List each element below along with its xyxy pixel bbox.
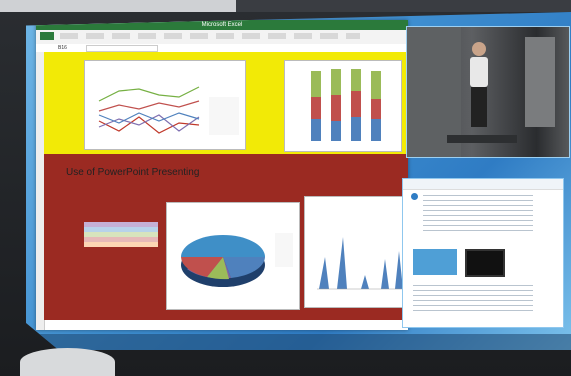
stacked-bar-card[interactable] xyxy=(284,60,402,152)
document-window[interactable] xyxy=(402,178,564,328)
spike-chart xyxy=(317,237,403,290)
person-torso xyxy=(470,57,488,87)
bar-red-4 xyxy=(371,99,381,119)
pie-slice-teal xyxy=(181,235,265,257)
bar-red-1 xyxy=(311,97,321,119)
pie-chart-card[interactable] xyxy=(166,202,300,310)
person-head xyxy=(472,42,486,56)
excel-window: Microsoft Excel B16 Use of PowerPoint Pr… xyxy=(36,20,408,330)
person-shadow xyxy=(447,135,517,143)
file-tab-button[interactable] xyxy=(40,32,54,40)
ribbon-tabs[interactable] xyxy=(60,33,360,39)
series-line-5 xyxy=(98,112,200,124)
pie-legend xyxy=(275,233,293,267)
series-line-1 xyxy=(98,86,200,102)
bar-green-3 xyxy=(351,69,361,91)
bar-blue-4 xyxy=(371,119,381,141)
bar-blue-2 xyxy=(331,121,341,141)
spike-chart-card[interactable] xyxy=(304,196,406,308)
line-chart-card[interactable] xyxy=(84,60,246,150)
monitor-top-edge xyxy=(0,0,571,12)
excel-ribbon[interactable] xyxy=(36,30,408,45)
pie-chart xyxy=(181,233,293,287)
line-chart xyxy=(98,86,239,135)
monitor-screen: Microsoft Excel B16 Use of PowerPoint Pr… xyxy=(26,12,571,350)
doc-image-blue xyxy=(413,249,457,275)
table-row xyxy=(84,242,158,247)
formula-input[interactable] xyxy=(86,45,158,52)
doc-text-lines xyxy=(423,195,533,235)
doc-text-lines-lower xyxy=(413,285,533,315)
circle-logo-icon xyxy=(411,193,418,200)
window-reflection xyxy=(525,37,555,127)
bar-green-4 xyxy=(371,71,381,99)
person-legs xyxy=(471,87,487,127)
bar-blue-3 xyxy=(351,117,361,141)
legend-block xyxy=(209,97,239,135)
bar-green-1 xyxy=(311,71,321,97)
taskbar[interactable] xyxy=(26,334,571,350)
video-window[interactable] xyxy=(406,26,570,158)
bar-green-2 xyxy=(331,69,341,95)
series-line-2 xyxy=(98,100,200,112)
bar-red-2 xyxy=(331,95,341,121)
stacked-bar-chart xyxy=(311,69,381,141)
bar-red-3 xyxy=(351,91,361,117)
name-box[interactable]: B16 xyxy=(58,45,67,51)
monitor-thumbnail xyxy=(465,249,505,277)
monitor-stand xyxy=(20,348,115,376)
doc-title-bar xyxy=(403,179,563,190)
spike-area xyxy=(319,237,403,289)
bar-blue-1 xyxy=(311,119,321,141)
section-title: Use of PowerPoint Presenting xyxy=(66,167,200,178)
video-frame xyxy=(407,27,555,157)
summary-table xyxy=(84,222,158,252)
